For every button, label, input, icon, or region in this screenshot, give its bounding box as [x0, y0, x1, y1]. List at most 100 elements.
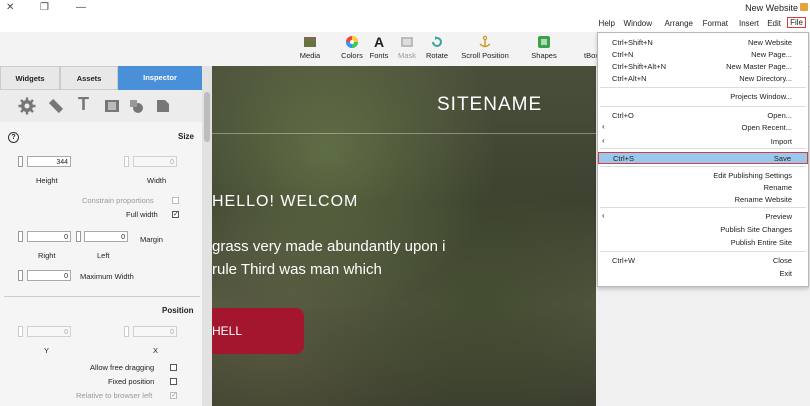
file-menu-item-label: New Page...	[751, 50, 792, 59]
shapes-icon	[538, 36, 550, 48]
rotate-button[interactable]: Rotate	[424, 35, 450, 60]
textbox-button[interactable]: tBox	[584, 35, 598, 60]
height-stepper[interactable]	[18, 156, 23, 167]
hero-button-label: HELL	[212, 324, 243, 338]
file-menu-item-shortcut: Ctrl+O	[612, 111, 634, 120]
fonts-button[interactable]: A Fonts	[368, 35, 390, 60]
width-field[interactable]: 0	[133, 156, 177, 167]
menu-insert[interactable]: Insert	[739, 19, 759, 28]
menu-edit[interactable]: Edit	[767, 19, 781, 28]
file-menu-item-open-recent[interactable]: Open Recent... ‹	[598, 122, 808, 134]
margin-label: Margin	[140, 235, 163, 244]
file-menu-item-label: Exit	[779, 269, 792, 278]
fonts-icon: A	[373, 34, 385, 50]
rotate-icon	[432, 36, 442, 47]
menu-separator	[600, 87, 806, 88]
file-menu-item-shortcut: Ctrl+W	[612, 256, 636, 265]
file-menu-item-edit-publishing-settings[interactable]: Edit Publishing Settings	[598, 170, 808, 182]
file-menu-item-preview[interactable]: Preview ‹	[598, 211, 808, 223]
hero-body-line2: rule Third was man which	[212, 261, 382, 278]
close-window-icon[interactable]: ✕	[6, 2, 14, 13]
tab-widgets[interactable]: Widgets	[0, 66, 60, 90]
menu-bar: File Edit Insert Format Arrange Window H…	[0, 16, 810, 32]
gear-icon[interactable]	[18, 97, 36, 115]
file-menu-item-publish-site-changes[interactable]: Publish Site Changes	[598, 224, 808, 236]
mask-label: Mask	[398, 51, 416, 60]
file-menu-item-new-page[interactable]: New Page... Ctrl+N	[598, 49, 808, 61]
file-menu-item-label: New Master Page...	[726, 62, 792, 71]
colors-button[interactable]: Colors	[340, 35, 364, 60]
mask-icon	[401, 37, 413, 47]
y-stepper[interactable]	[18, 326, 23, 337]
fixed-position-checkbox[interactable]	[170, 378, 177, 385]
fixed-position-label: Fixed position	[108, 377, 155, 386]
mask-button[interactable]: Mask	[396, 35, 418, 60]
file-menu-item-close[interactable]: Close Ctrl+W	[598, 255, 808, 267]
x-stepper[interactable]	[124, 326, 129, 337]
left-margin-stepper[interactable]	[76, 231, 81, 242]
file-menu-item-shortcut: Ctrl+Alt+N	[612, 74, 647, 83]
file-menu-item-label: Rename	[763, 183, 792, 192]
file-menu-item-import[interactable]: Import ‹	[598, 136, 808, 148]
menu-window[interactable]: Window	[624, 19, 652, 28]
maximize-window-icon[interactable]: ❐	[40, 2, 49, 13]
panel-scrollbar-thumb[interactable]	[204, 92, 210, 142]
panel-scrollbar[interactable]	[202, 66, 212, 406]
textbox-icon	[584, 35, 598, 49]
shapes-button[interactable]: Shapes	[528, 35, 560, 60]
scroll-position-label: Scroll Position	[461, 51, 509, 60]
x-field[interactable]: 0	[133, 326, 177, 337]
menu-separator	[600, 148, 806, 149]
height-field[interactable]: 344	[27, 156, 71, 167]
right-margin-field[interactable]: 0	[27, 231, 71, 242]
menu-help[interactable]: Help	[599, 19, 615, 28]
help-icon[interactable]: ?	[8, 132, 19, 143]
tab-inspector[interactable]: Inspector	[118, 66, 202, 90]
tab-assets[interactable]: Assets	[60, 66, 118, 90]
menu-arrange[interactable]: Arrange	[665, 19, 693, 28]
film-icon[interactable]	[104, 98, 120, 114]
minimize-window-icon[interactable]: —	[76, 2, 86, 13]
free-drag-checkbox[interactable]	[170, 364, 177, 371]
file-menu-item-new-website[interactable]: New Website Ctrl+Shift+N	[598, 37, 808, 49]
ruler-icon[interactable]	[47, 97, 65, 115]
text-icon[interactable]: T	[78, 94, 89, 115]
file-menu-item-save[interactable]: Save Ctrl+S	[598, 152, 808, 164]
file-menu-item-publish-entire-site[interactable]: Publish Entire Site	[598, 237, 808, 249]
file-menu-item-exit[interactable]: Exit	[598, 268, 808, 280]
right-margin-stepper[interactable]	[18, 231, 23, 242]
corner-icon[interactable]	[155, 98, 171, 114]
inspector-icon-row: T	[0, 90, 202, 122]
menu-separator	[600, 207, 806, 208]
inspector-panel: Widgets Assets Inspector T Size ? 0 Widt…	[0, 66, 213, 406]
hero-button[interactable]: HELL	[212, 308, 304, 354]
scroll-position-button[interactable]: Scroll Position	[456, 35, 514, 60]
left-margin-field[interactable]: 0	[84, 231, 128, 242]
max-width-stepper[interactable]	[18, 270, 23, 281]
file-menu-item-open[interactable]: Open... Ctrl+O	[598, 110, 808, 122]
file-menu-item-projects-window[interactable]: Projects Window...	[598, 91, 808, 103]
file-menu-item-new-directory[interactable]: New Directory... Ctrl+Alt+N	[598, 73, 808, 85]
width-stepper[interactable]	[124, 156, 129, 167]
file-menu-item-new-master-page[interactable]: New Master Page... Ctrl+Shift+Alt+N	[598, 61, 808, 73]
y-field[interactable]: 0	[27, 326, 71, 337]
media-icon	[304, 37, 316, 47]
position-section-title: Position	[162, 306, 194, 315]
page-canvas[interactable]: SITENAME HELLO! WELCOM grass very made a…	[212, 66, 596, 406]
constrain-checkbox[interactable]	[172, 197, 179, 204]
full-width-label: Full width	[126, 210, 158, 219]
file-menu-item-shortcut: Ctrl+S	[613, 154, 635, 163]
file-menu-item-shortcut: Ctrl+Shift+N	[612, 38, 653, 47]
file-menu-item-rename[interactable]: Rename	[598, 182, 808, 194]
file-menu-item-label: Projects Window...	[730, 92, 792, 101]
max-width-field[interactable]: 0	[27, 270, 71, 281]
file-menu-dropdown: New Website Ctrl+Shift+N New Page... Ctrl+N…	[597, 32, 809, 287]
media-button[interactable]: Media	[296, 35, 324, 60]
fill-icon[interactable]	[128, 98, 144, 114]
file-menu-item-label: Publish Entire Site	[730, 238, 792, 247]
file-menu-item-rename-website[interactable]: Rename Website	[598, 194, 808, 206]
menu-format[interactable]: Format	[703, 19, 728, 28]
menu-file[interactable]: File	[787, 17, 806, 28]
relative-checkbox[interactable]: ✓	[170, 392, 177, 399]
full-width-checkbox[interactable]: ✓	[172, 211, 179, 218]
